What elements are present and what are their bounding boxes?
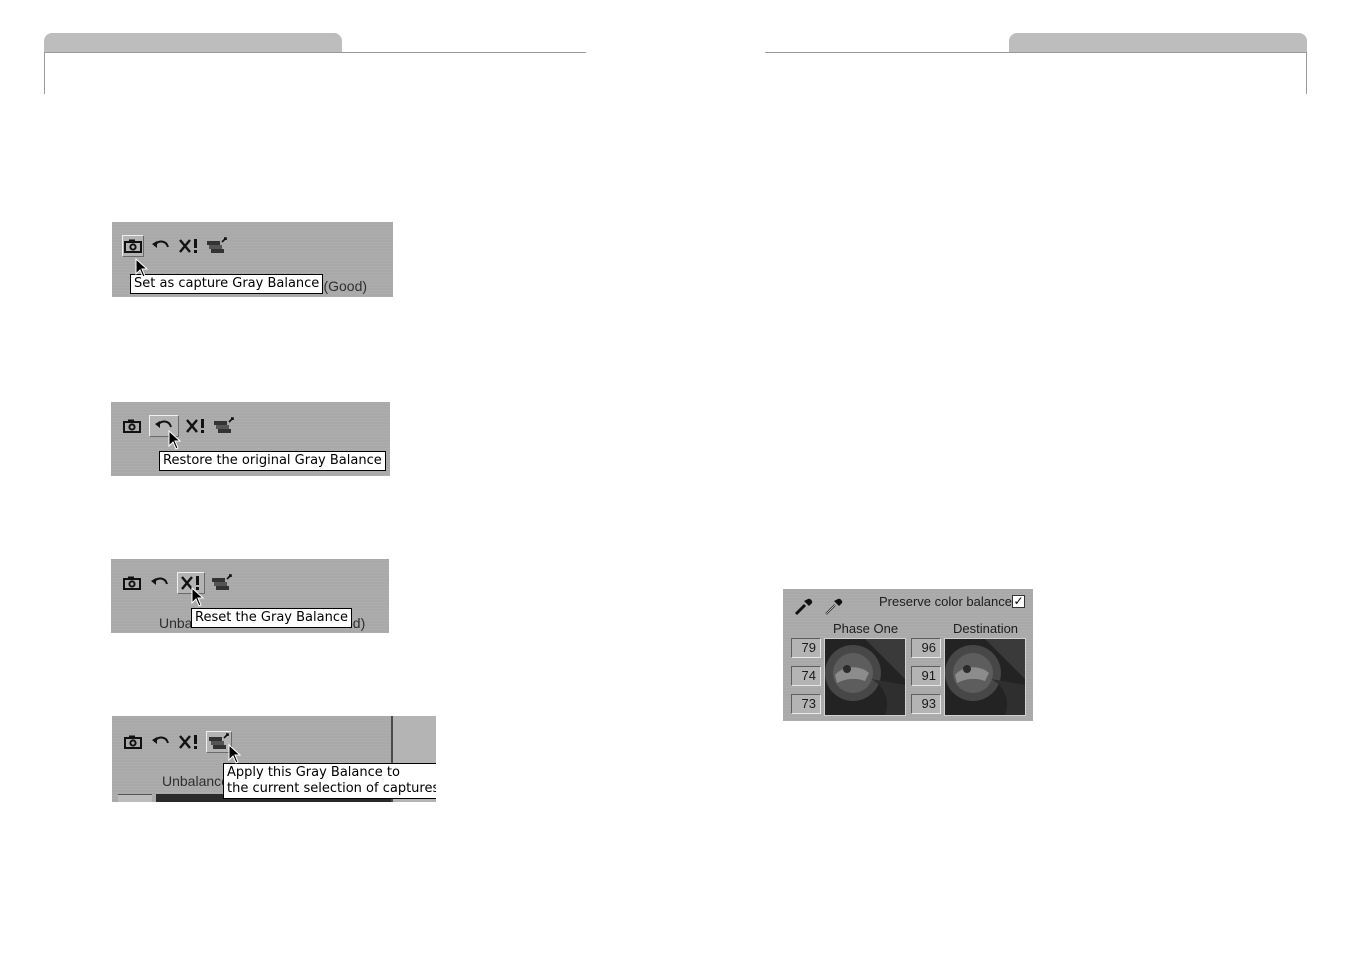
page-tab-right bbox=[1009, 33, 1307, 53]
reset-icon[interactable] bbox=[178, 731, 200, 753]
underlying-status-text-left: Unba bbox=[159, 615, 193, 631]
underlying-status-text: Unbalance bbox=[162, 773, 229, 789]
preserve-color-balance-checkbox[interactable]: ✓ bbox=[1012, 595, 1025, 608]
screenshot-restore-original: Restore the original Gray Balance bbox=[111, 402, 390, 476]
toolbar bbox=[122, 730, 232, 754]
phase-one-green-value[interactable]: 74 bbox=[791, 666, 821, 686]
destination-red-value[interactable]: 96 bbox=[911, 638, 941, 658]
header-edge-left bbox=[44, 52, 45, 94]
tooltip-line-1: Apply this Gray Balance to bbox=[227, 765, 400, 780]
apply-to-selection-icon[interactable] bbox=[206, 235, 228, 257]
gray-balance-panel: Preserve color balance ✓ Phase One Desti… bbox=[783, 589, 1033, 721]
mouse-cursor-icon bbox=[191, 587, 205, 607]
tooltip: Set as capture Gray Balance bbox=[130, 274, 324, 294]
destination-preview-image bbox=[944, 638, 1026, 716]
eyedropper-pick-icon[interactable] bbox=[793, 595, 815, 617]
camera-icon[interactable] bbox=[122, 235, 144, 257]
phase-one-label: Phase One bbox=[833, 621, 899, 636]
screenshot-apply-selection: Unbalance Apply this Gray Balance to the… bbox=[112, 716, 436, 802]
toolbar bbox=[122, 234, 228, 258]
mouse-cursor-icon bbox=[168, 430, 182, 450]
apply-to-selection-icon[interactable] bbox=[211, 572, 233, 594]
tooltip: Restore the original Gray Balance bbox=[159, 451, 386, 471]
tooltip: Reset the Gray Balance bbox=[191, 608, 352, 628]
mouse-cursor-icon bbox=[228, 744, 242, 764]
toolbar bbox=[121, 571, 233, 595]
header-rule-right bbox=[765, 52, 1307, 53]
camera-icon[interactable] bbox=[122, 731, 144, 753]
tooltip-line-2: the current selection of captures bbox=[227, 781, 436, 796]
phase-one-preview-image bbox=[824, 638, 906, 716]
undo-icon[interactable] bbox=[150, 235, 172, 257]
reset-icon[interactable] bbox=[178, 235, 200, 257]
tooltip: Apply this Gray Balance to the current s… bbox=[223, 763, 436, 799]
page-tab-left bbox=[44, 33, 342, 53]
camera-icon[interactable] bbox=[121, 415, 143, 437]
phase-one-blue-value[interactable]: 73 bbox=[791, 694, 821, 714]
destination-label: Destination bbox=[953, 621, 1019, 636]
destination-blue-value[interactable]: 93 bbox=[911, 694, 941, 714]
header-edge-right bbox=[1306, 52, 1307, 94]
value-field-partial bbox=[118, 794, 152, 802]
reset-icon[interactable] bbox=[185, 415, 207, 437]
eyedropper-empty-icon[interactable] bbox=[823, 595, 845, 617]
mouse-cursor-icon bbox=[135, 258, 149, 278]
preserve-color-balance-label: Preserve color balance bbox=[879, 594, 1012, 609]
apply-to-selection-icon[interactable] bbox=[213, 415, 235, 437]
undo-icon[interactable] bbox=[149, 572, 171, 594]
screenshot-reset: Unba od) Reset the Gray Balance bbox=[111, 559, 389, 633]
phase-one-red-value[interactable]: 79 bbox=[791, 638, 821, 658]
undo-icon[interactable] bbox=[150, 731, 172, 753]
destination-green-value[interactable]: 91 bbox=[911, 666, 941, 686]
screenshot-set-capture: ed (Good) Set as capture Gray Balance bbox=[112, 222, 393, 297]
camera-icon[interactable] bbox=[121, 572, 143, 594]
header-rule-left bbox=[44, 52, 586, 53]
